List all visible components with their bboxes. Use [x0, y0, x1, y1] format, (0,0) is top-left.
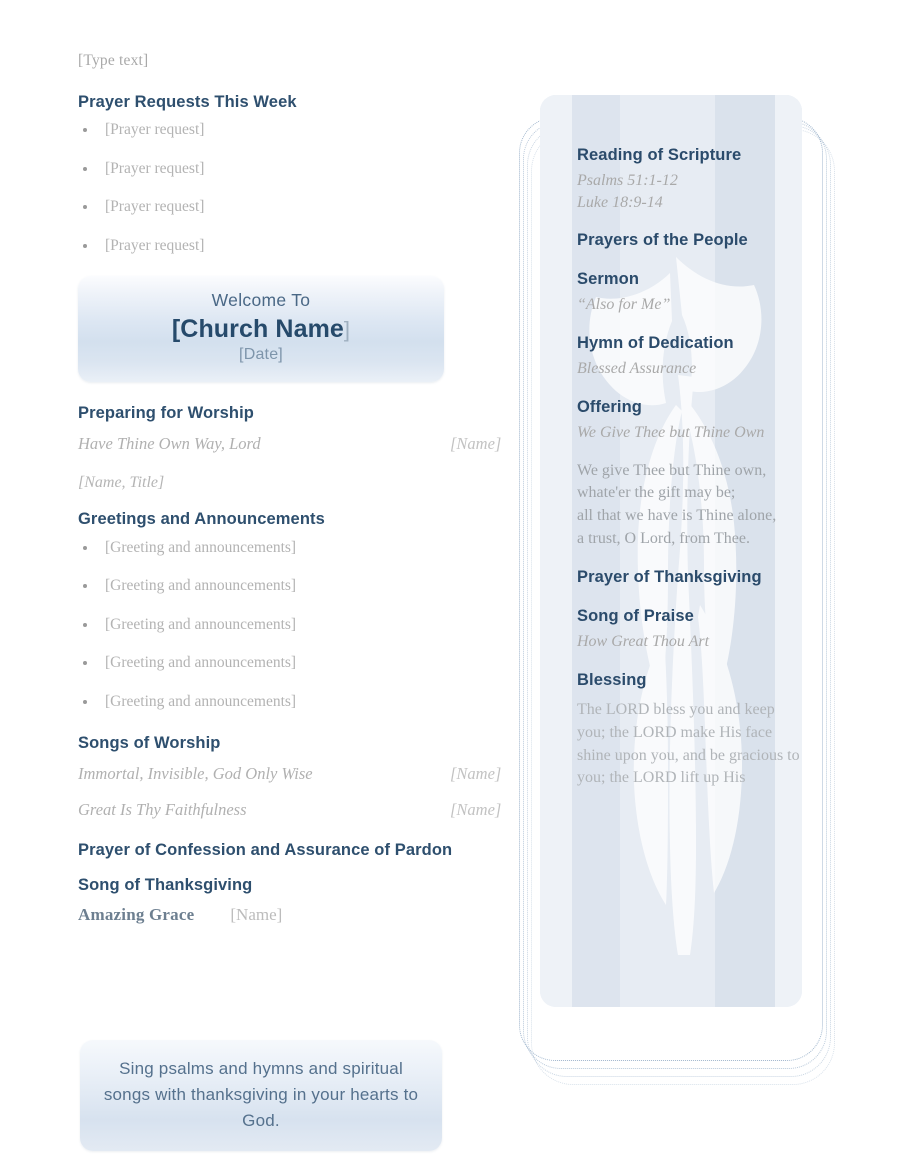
scripture-reading: Psalms 51:1-12: [577, 172, 678, 190]
list-item-label: [Greeting and announcements]: [105, 577, 297, 594]
hymn-of-dedication-heading: Hymn of Dedication: [577, 333, 734, 352]
greetings-list: [Greeting and announcements] [Greeting a…: [78, 538, 498, 710]
list-item[interactable]: [Prayer request]: [78, 159, 498, 177]
right-panel: Reading of Scripture Psalms 51:1-12 Luke…: [505, 95, 855, 1105]
reading-of-scripture-heading: Reading of Scripture: [577, 146, 742, 164]
prayer-of-thanksgiving-heading: Prayer of Thanksgiving: [577, 568, 762, 587]
worship-song-row: Immortal, Invisible, God Only Wise [Name…: [78, 764, 501, 790]
scripture-quote-text: Sing psalms and hymns and spiritual song…: [103, 1059, 419, 1130]
bullet-icon: [83, 584, 87, 588]
prayers-of-the-people-heading: Prayers of the People: [577, 231, 748, 250]
preparing-for-worship-heading: Preparing for Worship: [78, 404, 254, 423]
right-panel-content: Reading of Scripture Psalms 51:1-12 Luke…: [577, 145, 805, 790]
offering-title: We Give Thee but Thine Own: [577, 424, 765, 442]
song-performer[interactable]: [Name]: [230, 905, 282, 924]
bullet-icon: [83, 545, 87, 550]
bullet-icon: [83, 166, 87, 171]
sermon-title: “Also for Me”: [577, 296, 671, 314]
list-item-label: [Prayer request]: [105, 159, 205, 177]
offering-heading: Offering: [577, 397, 642, 416]
bullet-icon: [83, 205, 87, 210]
list-item[interactable]: [Prayer request]: [78, 199, 498, 215]
verse-line: whate'er the gift may be;: [577, 484, 736, 502]
offering-verse: We give Thee but Thine own, whate'er the…: [577, 460, 805, 551]
welcome-banner: Welcome To [Church Name] [Date]: [78, 276, 444, 383]
worship-song-row: Great Is Thy Faithfulness [Name]: [78, 800, 501, 826]
confession-heading: Prayer of Confession and Assurance of Pa…: [78, 841, 453, 860]
list-item-label: [Prayer request]: [105, 121, 205, 139]
song-performer[interactable]: [Name]: [450, 764, 501, 784]
hymn-of-dedication-title: Blessed Assurance: [577, 360, 697, 378]
bulletin-page: [Type text] Prayer Requests This Week [P…: [0, 0, 900, 1165]
background-band: [540, 95, 572, 1007]
service-date[interactable]: [Date]: [78, 345, 444, 366]
bullet-icon: [83, 128, 87, 133]
list-item[interactable]: [Greeting and announcements]: [78, 538, 498, 556]
blessing-text: The LORD bless you and keep you; the LOR…: [577, 701, 800, 787]
list-item-label: [Prayer request]: [105, 198, 205, 216]
song-title: Have Thine Own Way, Lord: [78, 434, 261, 454]
list-item-label: [Prayer request]: [105, 236, 205, 254]
sermon-heading: Sermon: [577, 269, 640, 288]
songs-of-worship-heading: Songs of Worship: [78, 734, 221, 752]
church-name-value[interactable]: [Church Name: [172, 315, 344, 343]
song-title: Immortal, Invisible, God Only Wise: [78, 764, 313, 784]
song-performer[interactable]: [Name]: [450, 434, 501, 454]
song-performer[interactable]: [Name]: [450, 800, 501, 820]
list-item-label: [Greeting and announcements]: [105, 615, 297, 633]
song-of-praise-title: How Great Thou Art: [577, 633, 710, 651]
song-of-praise-heading: Song of Praise: [577, 606, 694, 625]
welcome-greeting: Welcome To: [211, 290, 311, 311]
verse-line: a trust, O Lord, from Thee.: [577, 529, 750, 547]
prayer-requests-list: [Prayer request] [Prayer request] [Praye…: [78, 122, 498, 253]
prayer-requests-heading: Prayer Requests This Week: [78, 93, 297, 111]
list-item-label: [Greeting and announcements]: [105, 692, 297, 710]
church-name: [Church Name]: [78, 314, 444, 345]
list-item-label: [Greeting and announcements]: [105, 538, 297, 556]
thanksgiving-song-row: Amazing Grace [Name]: [78, 905, 498, 925]
preparing-presenter[interactable]: [Name, Title]: [78, 474, 498, 492]
list-item-label: [Greeting and announcements]: [105, 654, 297, 671]
song-title: Great Is Thy Faithfulness: [78, 800, 247, 820]
list-item[interactable]: [Greeting and announcements]: [78, 692, 498, 710]
scripture-quote-box: Sing psalms and hymns and spiritual song…: [80, 1040, 442, 1152]
list-item[interactable]: [Prayer request]: [78, 122, 498, 138]
bullet-icon: [83, 699, 87, 704]
left-column: [Type text] Prayer Requests This Week [P…: [78, 52, 501, 925]
list-item[interactable]: [Greeting and announcements]: [78, 655, 498, 671]
greetings-heading: Greetings and Announcements: [78, 510, 325, 529]
verse-line: We give Thee but Thine own,: [577, 461, 767, 479]
bullet-icon: [83, 622, 87, 627]
verse-line: all that we have is Thine alone,: [577, 506, 777, 524]
bullet-icon: [83, 661, 87, 665]
song-of-thanksgiving-heading: Song of Thanksgiving: [78, 876, 253, 895]
type-text-placeholder[interactable]: [Type text]: [78, 52, 498, 70]
preparing-song-row: Have Thine Own Way, Lord [Name]: [78, 434, 501, 460]
scripture-reading: Luke 18:9-14: [577, 193, 663, 211]
bullet-icon: [83, 243, 87, 248]
church-name-bracket: ]: [343, 316, 351, 342]
list-item[interactable]: [Greeting and announcements]: [78, 578, 498, 594]
blessing-heading: Blessing: [577, 670, 647, 689]
song-title: Amazing Grace: [78, 905, 195, 925]
list-item[interactable]: [Prayer request]: [78, 236, 498, 254]
list-item[interactable]: [Greeting and announcements]: [78, 615, 498, 633]
